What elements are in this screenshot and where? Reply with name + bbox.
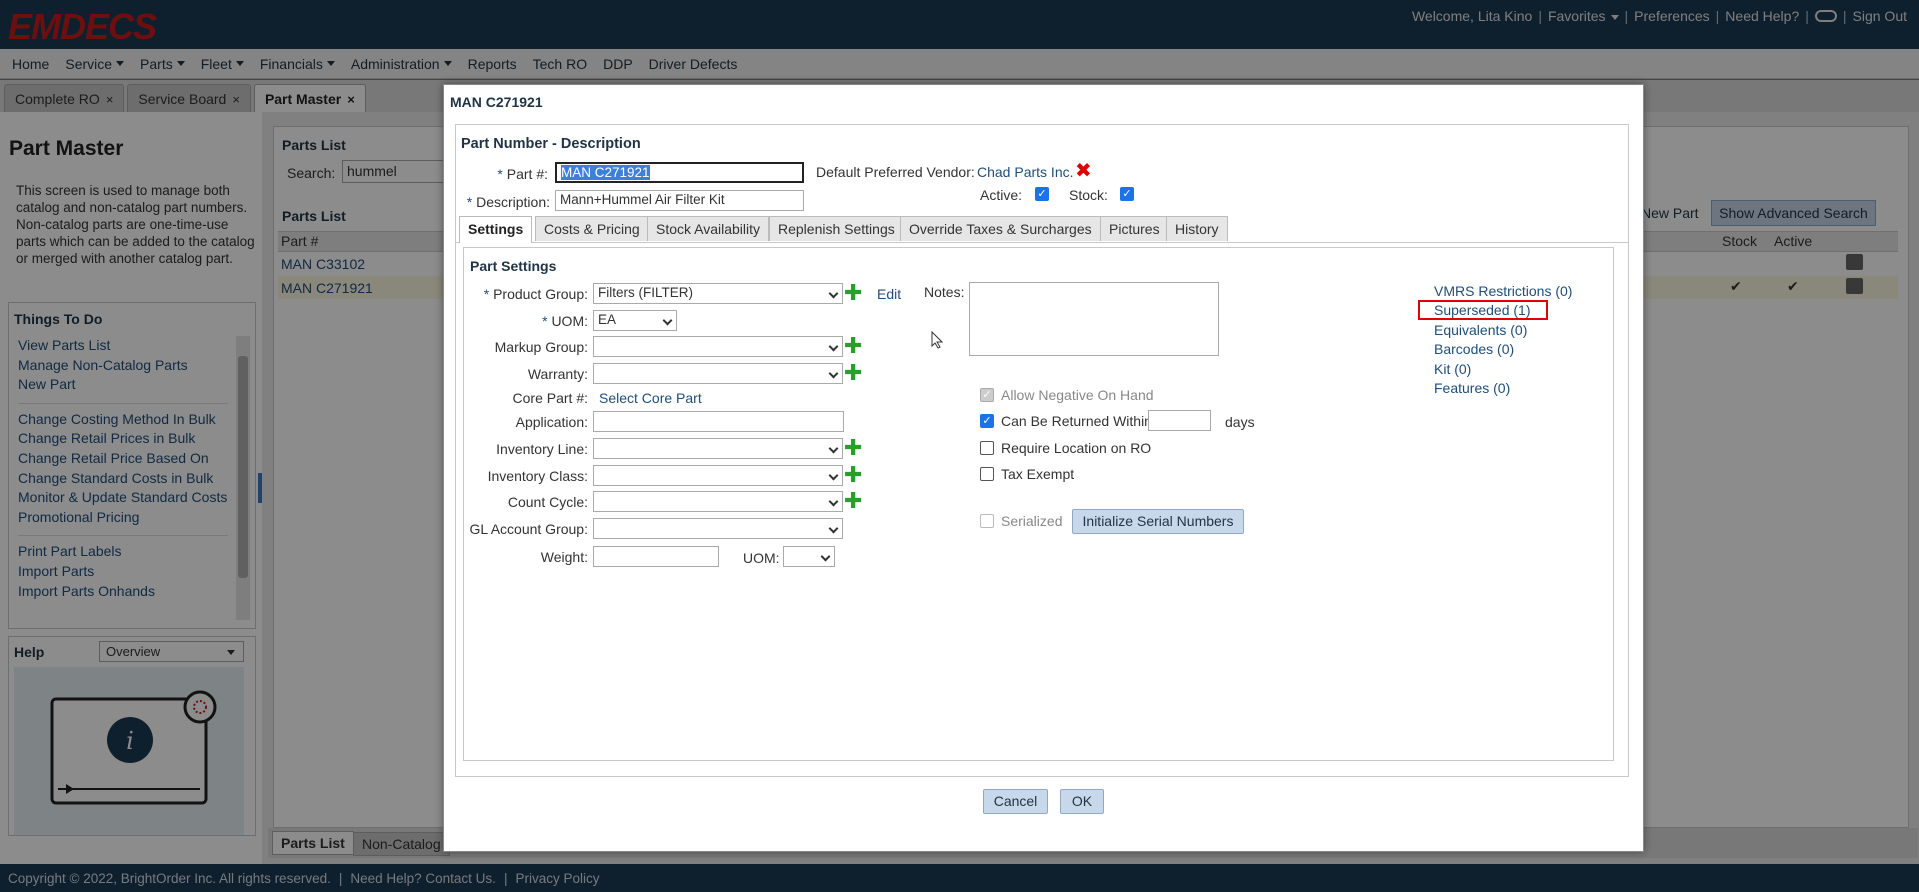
dialog-title: MAN C271921 [450,94,543,110]
add-warranty-icon[interactable]: ✚ [844,362,862,384]
remove-vendor-icon[interactable]: ✖ [1075,161,1092,181]
cancel-button[interactable]: Cancel [983,789,1048,814]
product-group-label: * Product Group: [483,286,588,302]
add-count-cycle-icon[interactable]: ✚ [844,490,862,512]
add-inventory-line-icon[interactable]: ✚ [844,437,862,459]
serialized-checkbox[interactable] [980,514,994,528]
section-title: Part Number - Description [461,136,641,152]
add-inventory-class-icon[interactable]: ✚ [844,464,862,486]
barcodes-link[interactable]: Barcodes (0) [1434,341,1514,357]
inventory-line-label: Inventory Line: [496,441,588,457]
weight-uom-select[interactable] [783,546,835,567]
markup-group-label: Markup Group: [494,339,588,355]
active-label: Active: [980,187,1023,203]
require-location-label: Require Location on RO [1001,440,1152,456]
count-cycle-label: Count Cycle: [507,494,588,510]
edit-product-group-link[interactable]: Edit [877,286,901,302]
tab-stock-availability[interactable]: Stock Availability [647,216,770,241]
require-location-checkbox[interactable] [980,441,994,455]
vendor-link[interactable]: Chad Parts Inc. [977,164,1074,180]
uom-select[interactable]: EA [593,310,677,331]
warranty-label: Warranty: [527,366,588,382]
days-label: days [1225,414,1255,430]
inventory-class-label: Inventory Class: [487,468,588,484]
product-group-select[interactable]: Filters (FILTER) [593,283,843,304]
add-product-group-icon[interactable]: ✚ [844,282,862,304]
return-days-input[interactable] [1148,410,1211,431]
inventory-line-select[interactable] [593,438,843,459]
warranty-select[interactable] [593,363,843,384]
weight-label: Weight: [540,549,588,565]
vendor-label: Default Preferred Vendor: [816,164,975,180]
tab-history[interactable]: History [1166,216,1228,241]
allow-negative-label: Allow Negative On Hand [1001,387,1154,403]
tab-settings[interactable]: Settings [459,216,533,243]
stock-checkbox[interactable]: ✓ [1120,187,1134,201]
notes-textarea[interactable] [969,282,1219,356]
weight-uom-label: UOM: [743,550,780,566]
application-input[interactable] [593,411,844,432]
uom-label: * UOM: [542,313,588,329]
part-number-input[interactable]: MAN C271921 [555,162,804,183]
description-input[interactable]: Mann+Hummel Air Filter Kit [555,190,804,211]
part-number-label: * Part #: [497,166,548,182]
allow-negative-checkbox[interactable]: ✓ [980,388,994,402]
tax-exempt-label: Tax Exempt [1001,466,1075,482]
core-part-label: Core Part #: [512,390,588,406]
vmrs-restrictions-link[interactable]: VMRS Restrictions (0) [1434,283,1572,299]
serialized-label: Serialized [1001,513,1063,529]
ok-button[interactable]: OK [1060,789,1104,814]
description-label: * Description: [466,194,550,210]
application-label: Application: [515,414,588,430]
gl-account-group-label: GL Account Group: [469,521,588,537]
equivalents-link[interactable]: Equivalents (0) [1434,322,1527,338]
add-markup-group-icon[interactable]: ✚ [844,335,862,357]
highlight-box [1418,300,1548,320]
part-settings-title: Part Settings [470,258,557,274]
select-core-part-link[interactable]: Select Core Part [599,390,702,406]
count-cycle-select[interactable] [593,491,843,512]
can-return-checkbox[interactable]: ✓ [980,414,994,428]
tab-override-taxes[interactable]: Override Taxes & Surcharges [900,216,1101,241]
inventory-class-select[interactable] [593,465,843,486]
initialize-serial-numbers-button[interactable]: Initialize Serial Numbers [1072,509,1244,534]
mouse-cursor-icon [931,330,944,349]
gl-account-group-select[interactable] [593,518,843,539]
kit-link[interactable]: Kit (0) [1434,361,1471,377]
markup-group-select[interactable] [593,336,843,357]
notes-label: Notes: [924,284,965,300]
stock-label: Stock: [1069,187,1108,203]
can-return-label: Can Be Returned Within [1001,413,1152,429]
tab-costs-pricing[interactable]: Costs & Pricing [535,216,649,241]
features-link[interactable]: Features (0) [1434,380,1510,396]
active-checkbox[interactable]: ✓ [1035,187,1049,201]
tab-pictures[interactable]: Pictures [1100,216,1169,241]
weight-input[interactable] [593,546,719,567]
tab-replenish-settings[interactable]: Replenish Settings [769,216,904,241]
tax-exempt-checkbox[interactable] [980,467,994,481]
